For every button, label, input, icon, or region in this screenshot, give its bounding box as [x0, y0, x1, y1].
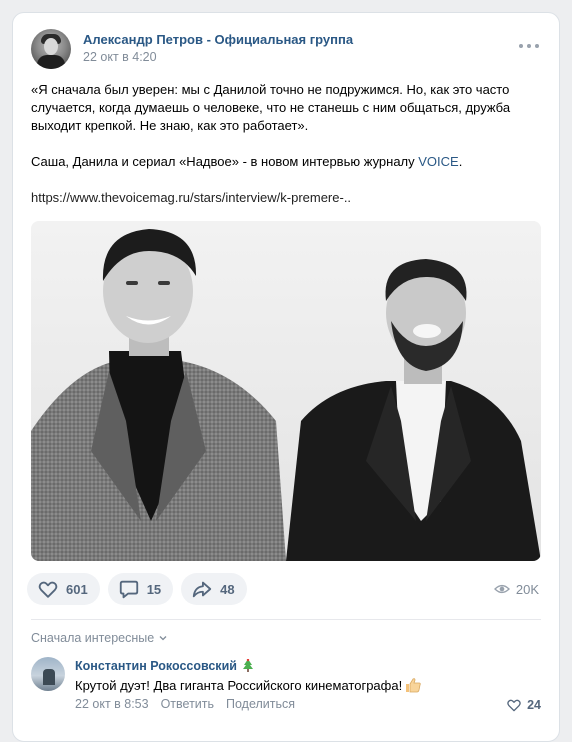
comment-meta: 22 окт в 8:53 Ответить Поделиться [75, 697, 295, 711]
share-count: 48 [220, 581, 235, 597]
heart-icon [38, 581, 58, 598]
share-comment-button[interactable]: Поделиться [226, 697, 295, 711]
comment-avatar[interactable] [31, 657, 65, 691]
fir-tree-icon [242, 659, 253, 672]
group-avatar[interactable] [31, 29, 71, 69]
comments-sort-toggle[interactable]: Сначала интересные [31, 631, 168, 645]
share-button[interactable]: 48 [181, 573, 247, 605]
like-count: 601 [66, 581, 88, 597]
like-button[interactable]: 601 [27, 573, 100, 605]
share-icon [193, 581, 212, 598]
post-actions: 601 15 48 [27, 573, 247, 605]
chevron-down-icon [159, 636, 167, 641]
sort-label: Сначала интересные [31, 631, 155, 645]
comment-date[interactable]: 22 окт в 8:53 [75, 697, 149, 711]
views-count: 20K [515, 581, 539, 597]
comment-author-name: Константин Рокоссовский [75, 659, 237, 673]
heart-icon [507, 699, 521, 712]
divider [31, 619, 541, 620]
views-counter: 20K [493, 581, 539, 597]
comment-author[interactable]: Константин Рокоссовский [75, 659, 254, 673]
comment-text: Крутой дуэт! Два гиганта Российского кин… [75, 677, 422, 693]
post-quote: «Я сначала был уверен: мы с Данилой точн… [31, 82, 511, 133]
comment-count: 15 [146, 581, 162, 597]
post-card: Александр Петров - Официальная группа 22… [12, 12, 560, 742]
comment-text-body: Крутой дуэт! Два гиганта Российского кин… [75, 677, 403, 693]
post-header: Александр Петров - Официальная группа 22… [31, 29, 543, 77]
post-line2-prefix: Саша, Данила и сериал «Надвое» - в новом… [31, 154, 419, 169]
voice-link[interactable]: VOICE [418, 154, 458, 169]
post-url-link[interactable]: https://www.thevoicemag.ru/stars/intervi… [31, 189, 547, 207]
eye-icon [493, 584, 510, 594]
more-horizontal-icon[interactable] [519, 41, 539, 51]
photo-illustration [31, 221, 541, 561]
comment-like-button[interactable]: 24 [506, 697, 541, 713]
comment-icon [119, 580, 138, 599]
comment-like-count: 24 [527, 698, 541, 712]
post-line2: Саша, Данила и сериал «Надвое» - в новом… [31, 153, 547, 171]
comment-button[interactable]: 15 [107, 573, 174, 605]
reply-button[interactable]: Ответить [161, 697, 214, 711]
post-author[interactable]: Александр Петров - Официальная группа [83, 32, 353, 47]
post-text: «Я сначала был уверен: мы с Данилой точн… [31, 81, 547, 207]
post-line2-suffix: . [458, 154, 463, 169]
post-date[interactable]: 22 окт в 4:20 [83, 50, 157, 64]
thumbs-up-icon [406, 678, 421, 693]
post-photo[interactable] [31, 221, 541, 561]
